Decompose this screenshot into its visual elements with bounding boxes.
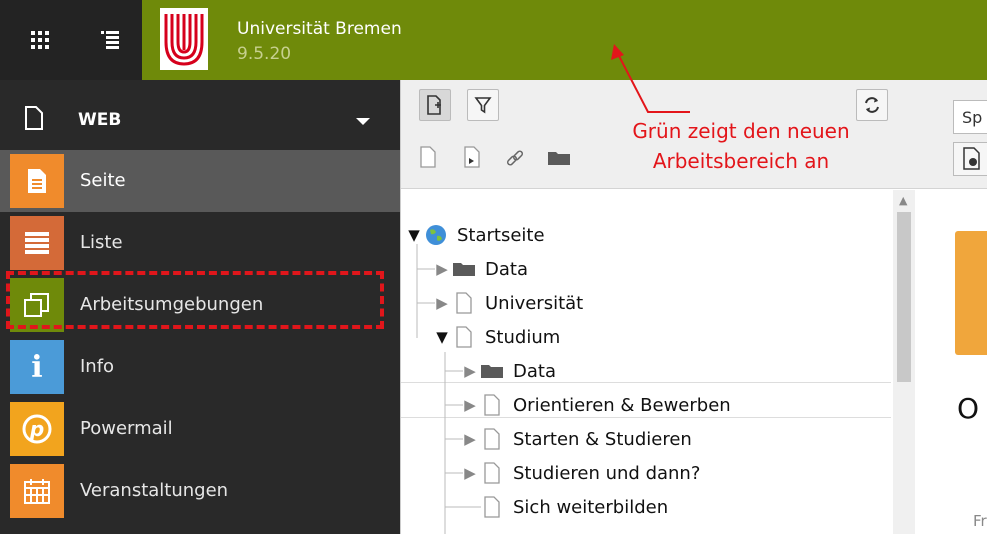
tree-node[interactable]: ▼ Studium: [433, 320, 560, 354]
content-area: Sp O Fr: [915, 80, 987, 534]
page-icon: [10, 154, 64, 208]
collapse-icon[interactable]: ▼: [405, 226, 423, 244]
tree-node[interactable]: ▶ Data: [461, 354, 556, 388]
grid-menu-icon[interactable]: [22, 22, 58, 58]
page-icon: [451, 325, 477, 349]
drag-new-page-icon[interactable]: [419, 146, 437, 172]
content-header: Sp: [915, 80, 987, 189]
module-group-label: WEB: [78, 110, 122, 130]
tree-node-label: Data: [513, 360, 556, 382]
info-icon: i: [10, 340, 64, 394]
filter-button[interactable]: [467, 89, 499, 121]
workspace-colored-header: [142, 0, 987, 80]
expand-icon[interactable]: ▶: [461, 396, 479, 414]
module-label: Liste: [80, 232, 123, 253]
tree-node[interactable]: ▶ Starten & Studieren: [461, 422, 692, 456]
document-icon: [24, 105, 44, 135]
chevron-down-icon[interactable]: [356, 118, 370, 125]
expand-icon[interactable]: ▶: [461, 464, 479, 482]
scrollbar-thumb[interactable]: [897, 212, 911, 382]
page-icon: [479, 461, 505, 485]
tree-node-label: Universität: [485, 292, 584, 314]
tree-node[interactable]: ▶ Universität: [433, 286, 583, 320]
site-version: 9.5.20: [237, 44, 292, 64]
tree-node-label: Studium: [485, 326, 561, 348]
calendar-icon: [10, 464, 64, 518]
module-info[interactable]: i Info: [0, 336, 400, 398]
module-list[interactable]: Liste: [0, 212, 400, 274]
tree-node-root[interactable]: ▼ Startseite: [405, 218, 545, 252]
annotation-text: Grün zeigt den neuen Arbeitsbereich an: [598, 116, 884, 176]
expand-icon[interactable]: ▶: [433, 260, 451, 278]
tree-node[interactable]: ▶ Studieren und dann?: [461, 456, 700, 490]
page-icon: [479, 393, 505, 417]
university-logo-icon[interactable]: [160, 8, 208, 74]
tree-node-label: Startseite: [457, 224, 545, 246]
tree-node[interactable]: Sich weiterbilden: [461, 490, 668, 524]
module-events[interactable]: Veranstaltungen: [0, 460, 400, 522]
highlight-box: [6, 271, 384, 329]
filter-icon: [474, 97, 492, 114]
new-page-button[interactable]: [419, 89, 451, 121]
page-icon: [479, 427, 505, 451]
content-element-preview[interactable]: [955, 231, 987, 355]
list-icon: [10, 216, 64, 270]
collapse-icon[interactable]: ▼: [433, 328, 451, 346]
module-label: Veranstaltungen: [80, 480, 229, 501]
folder-icon: [451, 257, 477, 281]
tree-node-label: Orientieren & Bewerben: [513, 394, 731, 416]
folder-icon: [479, 359, 505, 383]
drag-new-folder-icon[interactable]: [547, 150, 571, 170]
page-tree: ▼ Startseite ▶ Data ▶ Universität ▼ Stud…: [401, 190, 891, 534]
annotation-line-1: Grün zeigt den neuen: [632, 119, 850, 143]
expand-icon[interactable]: ▶: [461, 362, 479, 380]
drag-new-shortcut-icon[interactable]: [463, 146, 481, 172]
view-page-button[interactable]: [953, 142, 987, 176]
expand-icon[interactable]: ▶: [433, 294, 451, 312]
language-select[interactable]: Sp: [953, 100, 987, 134]
content-heading: O: [957, 392, 980, 425]
module-powermail[interactable]: p Powermail: [0, 398, 400, 460]
expand-icon[interactable]: ▶: [461, 430, 479, 448]
tree-node-label: Studieren und dann?: [513, 462, 701, 484]
tree-node[interactable]: ▶ Orientieren & Bewerben: [461, 388, 731, 422]
tree-node-label: Sich weiterbilden: [513, 496, 669, 518]
scroll-up-icon[interactable]: ▲: [899, 194, 907, 207]
refresh-icon: [865, 97, 879, 113]
module-label: Powermail: [80, 418, 173, 439]
tree-node[interactable]: ▶ Data: [433, 252, 528, 286]
link-icon[interactable]: [505, 148, 525, 172]
tree-node-label: Data: [485, 258, 528, 280]
site-name: Universität Bremen: [237, 19, 402, 39]
page-icon: [479, 495, 505, 519]
module-label: Seite: [80, 170, 126, 191]
tree-node-label: Starten & Studieren: [513, 428, 692, 450]
module-label: Info: [80, 356, 115, 377]
module-page[interactable]: Seite: [0, 150, 400, 212]
powermail-icon: p: [10, 402, 64, 456]
globe-icon: [423, 223, 449, 247]
list-menu-icon[interactable]: [92, 22, 128, 58]
annotation-line-2: Arbeitsbereich an: [652, 149, 830, 173]
svg-text:p: p: [29, 417, 44, 441]
top-bar: Universität Bremen 9.5.20: [0, 0, 987, 80]
module-group-web[interactable]: WEB: [0, 80, 400, 160]
top-bar-toolbar: [0, 0, 142, 80]
page-icon: [451, 291, 477, 315]
content-text: Fr: [973, 512, 987, 530]
tree-scrollbar[interactable]: ▲: [893, 190, 915, 534]
